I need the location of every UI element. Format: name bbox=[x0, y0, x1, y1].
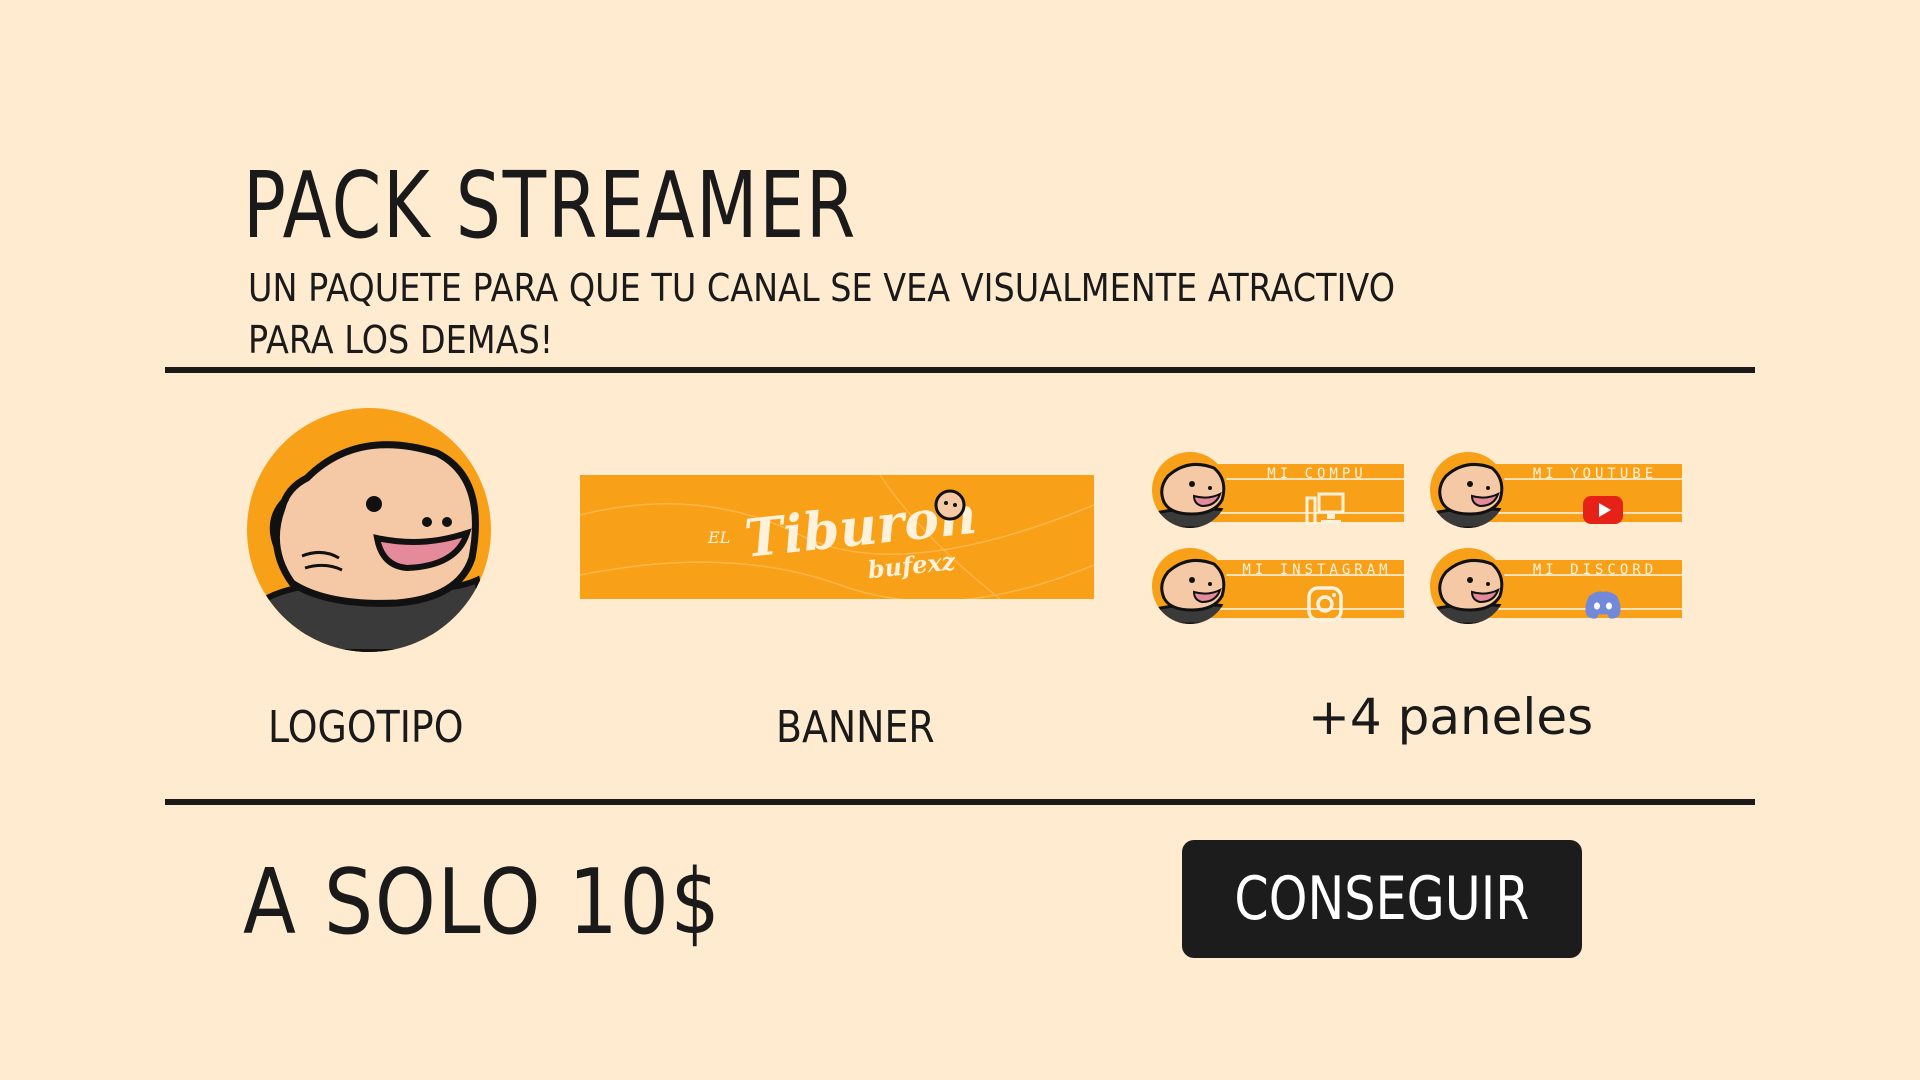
banner-label: BANNER bbox=[776, 702, 935, 753]
computer-icon bbox=[1305, 492, 1345, 526]
divider-top bbox=[165, 367, 1755, 373]
divider-bottom bbox=[165, 799, 1755, 805]
panel-instagram: MI INSTAGRAM bbox=[1152, 548, 1404, 624]
panel-youtube: MI YOUTUBE bbox=[1430, 452, 1682, 528]
banner-image: EL Tiburon bufexz bbox=[580, 475, 1094, 599]
panel-discord: MI DISCORD bbox=[1430, 548, 1682, 624]
logo-label: LOGOTIPO bbox=[268, 702, 464, 753]
panel-avatar bbox=[1152, 452, 1228, 528]
discord-icon bbox=[1585, 591, 1621, 619]
get-pack-button-label: CONSEGUIR bbox=[1234, 864, 1530, 934]
panel-avatar bbox=[1152, 548, 1228, 624]
panel-avatar bbox=[1430, 548, 1506, 624]
panels-label: +4 paneles bbox=[1308, 688, 1594, 746]
instagram-icon bbox=[1307, 586, 1343, 622]
price-text: A SOLO 10$ bbox=[243, 850, 722, 955]
panel-avatar bbox=[1430, 452, 1506, 528]
get-pack-button[interactable]: CONSEGUIR bbox=[1182, 840, 1582, 958]
page-title: PACK STREAMER bbox=[243, 152, 858, 259]
youtube-icon bbox=[1583, 496, 1623, 524]
banner-prefix: EL bbox=[707, 528, 730, 547]
panel-compu: MI COMPU bbox=[1152, 452, 1404, 528]
logo-image bbox=[247, 408, 491, 652]
page-subtitle: UN PAQUETE PARA QUE TU CANAL SE VEA VISU… bbox=[248, 266, 1396, 362]
